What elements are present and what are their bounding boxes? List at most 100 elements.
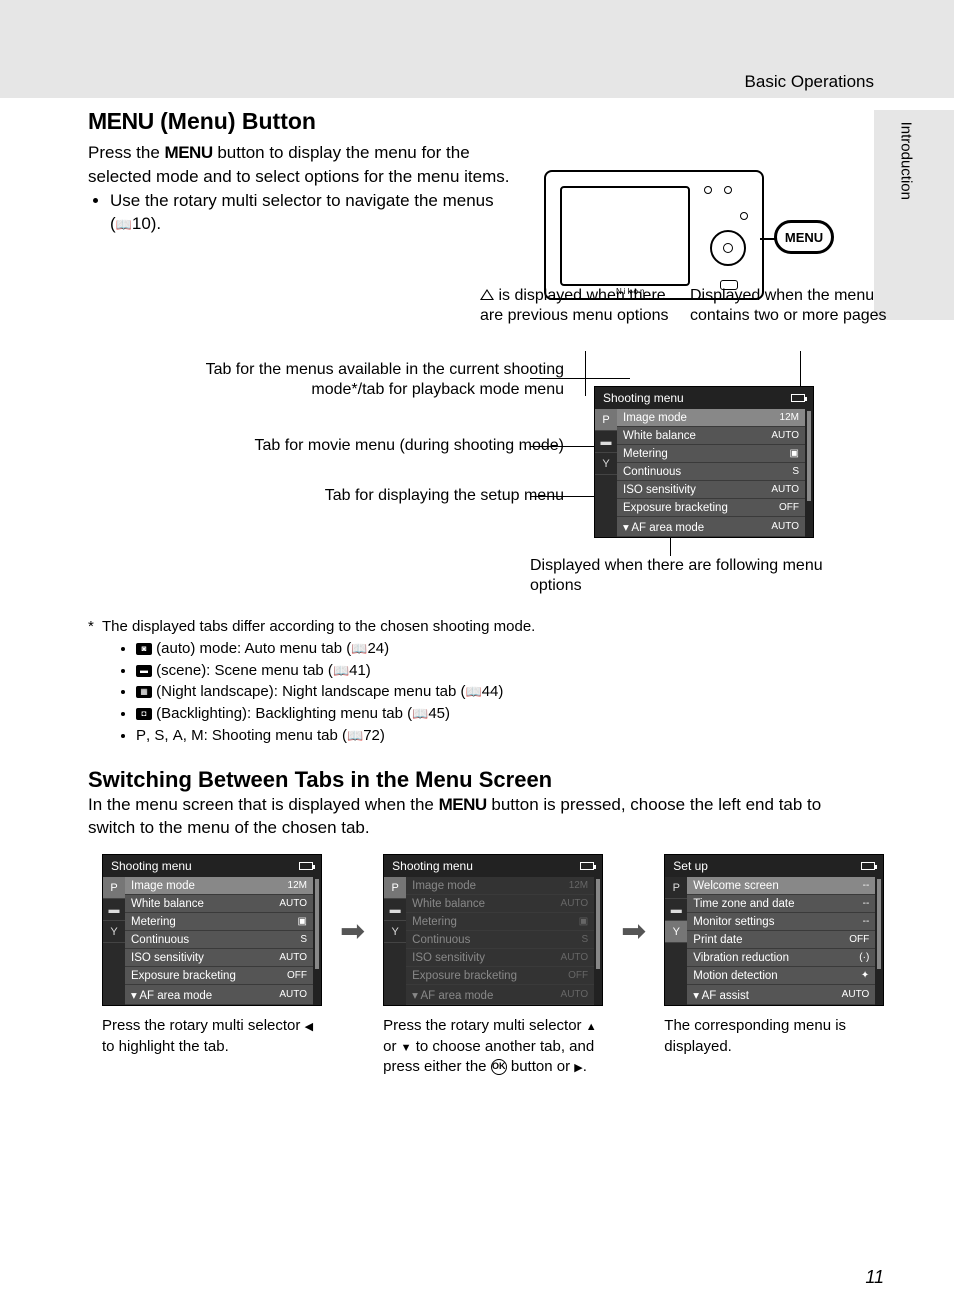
- footnote-list: ◙ (auto) mode: Auto menu tab (24)▬ (scen…: [88, 638, 824, 747]
- menu-tab-movie: ▬: [384, 899, 406, 921]
- triangle-down-icon: [401, 1038, 412, 1055]
- menu-title: Shooting menu: [392, 859, 473, 873]
- menu-widget-1: Shooting menu P ▬ Y Image mode12MWhite b…: [102, 854, 322, 1006]
- heading-rest: (Menu) Button: [154, 108, 316, 134]
- triangle-up-icon: [586, 1017, 597, 1034]
- menu-item: Welcome screen--: [687, 877, 875, 895]
- menu-scrollbar: [805, 409, 813, 537]
- triangle-up-outline-icon: [480, 289, 494, 300]
- menu-item: White balanceAUTO: [617, 427, 805, 445]
- book-icon: [116, 214, 132, 233]
- menu-title: Shooting menu: [111, 859, 192, 873]
- menu-tab-movie: ▬: [103, 899, 125, 921]
- annotation-multi-page: Displayed when the menu contains two or …: [690, 286, 890, 326]
- caption-2: Press the rotary multi selector or to ch…: [383, 1016, 603, 1077]
- footnote-item-psam: P, S, A, M: Shooting menu tab (72): [136, 725, 824, 747]
- book-icon: [466, 683, 482, 700]
- footnote-item: ◘ (Backlighting): Backlighting menu tab …: [136, 703, 824, 725]
- menu-word: MENU: [88, 108, 154, 134]
- book-icon: [333, 662, 349, 679]
- camera-detail-dot: [724, 186, 732, 194]
- mode-icon: ▦: [136, 686, 152, 698]
- ok-button-icon: OK: [491, 1059, 507, 1075]
- arrow-1: ➡: [340, 914, 365, 949]
- annotation-movie-tab: Tab for movie menu (during shooting mode…: [144, 436, 564, 456]
- mode-icon: ◙: [136, 643, 152, 655]
- menu-item: Print dateOFF: [687, 931, 875, 949]
- lead-line: [585, 351, 586, 396]
- menu-item: ISO sensitivityAUTO: [125, 949, 313, 967]
- menu-tab-p: P: [595, 409, 617, 431]
- menu-tabs: P ▬ Y: [595, 409, 617, 537]
- menu-column-3: Set up P ▬ Y Welcome screen--Time zone a…: [664, 854, 884, 1057]
- camera-body: Nikon: [544, 170, 764, 300]
- menu-item: ▾ AF assistAUTO: [687, 985, 875, 1005]
- bullet-rotary-selector: Use the rotary multi selector to navigat…: [110, 189, 514, 237]
- book-icon: [347, 727, 363, 744]
- menu-items: Image mode12MWhite balanceAUTOMetering▣C…: [617, 409, 805, 537]
- ok-center-icon: [723, 243, 733, 253]
- menu-scrollbar: [875, 877, 883, 1005]
- arrow-right-icon: ➡: [340, 914, 365, 949]
- menu-items: Image mode12MWhite balanceAUTOMetering▣C…: [125, 877, 313, 1005]
- menu-tab-p: P: [384, 877, 406, 899]
- triangle-right-icon: [574, 1058, 582, 1075]
- arrow-right-icon: ➡: [621, 914, 646, 949]
- battery-icon: [791, 394, 805, 402]
- menu-item: ContinuousS: [406, 931, 594, 949]
- annotated-menu-diagram: is displayed when there are previous men…: [30, 296, 894, 606]
- menu-widget: Shooting menu P ▬ Y Image mode12MWhite b…: [594, 386, 814, 538]
- mode-icon: ▬: [136, 665, 152, 677]
- menu-tab-setup: Y: [595, 453, 617, 475]
- page-number: 11: [865, 1267, 884, 1288]
- rotary-selector-icon: [710, 230, 746, 266]
- menu-button-callout: MENU: [774, 220, 834, 254]
- menu-item: ISO sensitivityAUTO: [617, 481, 805, 499]
- menu-item: White balanceAUTO: [125, 895, 313, 913]
- book-icon: [412, 705, 428, 722]
- menu-item: Time zone and date--: [687, 895, 875, 913]
- menu-scrollbar: [594, 877, 602, 1005]
- menu-item: Image mode12M: [406, 877, 594, 895]
- menu-widget-3: Set up P ▬ Y Welcome screen--Time zone a…: [664, 854, 884, 1006]
- book-icon: [351, 640, 367, 657]
- annotated-menu-widget: Shooting menu P ▬ Y Image mode12MWhite b…: [594, 386, 824, 538]
- footnote-intro: The displayed tabs differ according to t…: [102, 616, 535, 638]
- battery-icon: [580, 862, 594, 870]
- menu-title: Shooting menu: [603, 391, 684, 405]
- footnote-item: ◙ (auto) mode: Auto menu tab (24): [136, 638, 824, 660]
- menu-title: Set up: [673, 859, 708, 873]
- menu-item: Exposure bracketingOFF: [406, 967, 594, 985]
- caption-3: The corresponding menu is displayed.: [664, 1016, 884, 1057]
- menu-tab-setup: Y: [665, 921, 687, 943]
- menu-scrollbar: [313, 877, 321, 1005]
- inline-menu-word: MENU: [439, 795, 487, 814]
- menu-tab-movie: ▬: [595, 431, 617, 453]
- camera-screen: [560, 186, 690, 286]
- battery-icon: [861, 862, 875, 870]
- menu-tab-p: P: [665, 877, 687, 899]
- annotation-following-options: Displayed when there are following menu …: [530, 556, 850, 596]
- menu-item: ▾ AF area modeAUTO: [617, 517, 805, 537]
- page: Introduction Basic Operations MENU (Menu…: [0, 0, 954, 1314]
- menu-tab-p: P: [103, 877, 125, 899]
- breadcrumb: Basic Operations: [745, 72, 874, 92]
- menu-tab-setup: Y: [384, 921, 406, 943]
- menu-widget-2: Shooting menu P ▬ Y Image mode12MWhite b…: [383, 854, 603, 1006]
- caption-1: Press the rotary multi selector to highl…: [102, 1016, 322, 1057]
- menu-item: Image mode12M: [617, 409, 805, 427]
- menu-item: ISO sensitivityAUTO: [406, 949, 594, 967]
- mode-icon: ◘: [136, 708, 152, 720]
- annotation-previous-options: is displayed when there are previous men…: [480, 286, 680, 326]
- section2-paragraph: In the menu screen that is displayed whe…: [30, 793, 894, 841]
- footnote: *The displayed tabs differ according to …: [30, 616, 894, 747]
- menu-item: Monitor settings--: [687, 913, 875, 931]
- menu-item: Metering▣: [125, 913, 313, 931]
- menu-row: Shooting menu P ▬ Y Image mode12MWhite b…: [30, 854, 894, 1077]
- footnote-item: ▦ (Night landscape): Night landscape men…: [136, 681, 824, 703]
- camera-detail-dot: [704, 186, 712, 194]
- menu-items: Welcome screen--Time zone and date--Moni…: [687, 877, 875, 1005]
- menu-tab-setup: Y: [103, 921, 125, 943]
- menu-item: ContinuousS: [125, 931, 313, 949]
- menu-column-1: Shooting menu P ▬ Y Image mode12MWhite b…: [102, 854, 322, 1057]
